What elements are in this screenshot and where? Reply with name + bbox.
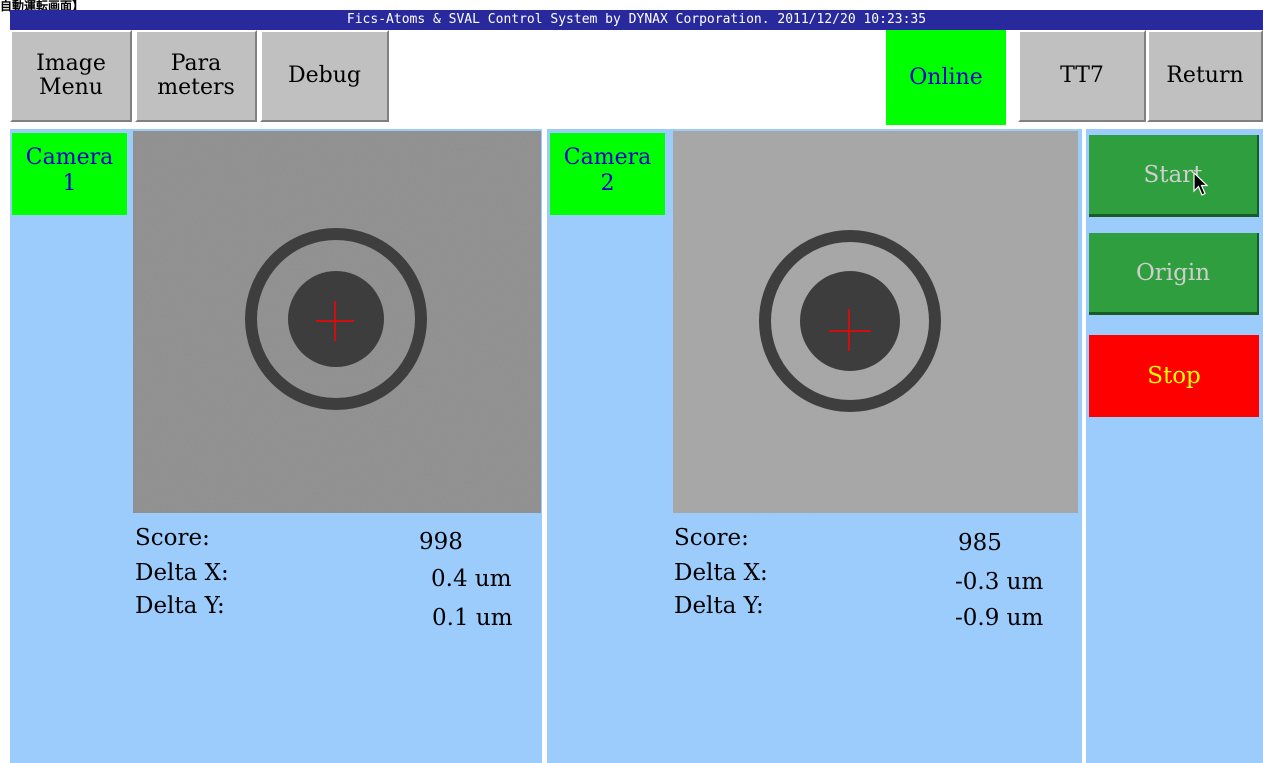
- camera2-panel: Camera 2 Score: 985 Delta X: -0.3 um Del…: [547, 129, 1082, 763]
- stop-button[interactable]: Stop: [1089, 335, 1259, 417]
- camera1-dy-label: Delta Y:: [135, 593, 225, 619]
- stop-label: Stop: [1147, 363, 1201, 389]
- online-button[interactable]: Online: [886, 30, 1006, 125]
- camera2-score-label: Score:: [674, 525, 749, 551]
- image-menu-label: Image Menu: [36, 51, 106, 100]
- camera2-label[interactable]: Camera 2: [550, 133, 665, 215]
- parameters-label: Para meters: [157, 51, 235, 100]
- camera2-dx-value: -0.3 um: [955, 569, 1044, 595]
- camera2-dy-value: -0.9 um: [955, 605, 1044, 631]
- start-button[interactable]: Start: [1089, 135, 1259, 217]
- camera2-dx-label: Delta X:: [674, 560, 768, 586]
- control-panel: Start Origin Stop: [1086, 129, 1263, 763]
- origin-button[interactable]: Origin: [1089, 233, 1259, 315]
- camera1-dx-value: 0.4 um: [431, 566, 512, 592]
- return-label: Return: [1166, 63, 1244, 88]
- image-menu-button[interactable]: Image Menu: [10, 30, 132, 122]
- camera2-dy-label: Delta Y:: [674, 593, 764, 619]
- online-label: Online: [909, 64, 983, 90]
- return-button[interactable]: Return: [1147, 30, 1263, 122]
- camera2-image: [673, 131, 1078, 513]
- mouse-cursor-icon: [1193, 172, 1209, 196]
- camera1-label[interactable]: Camera 1: [12, 133, 127, 215]
- tt7-button[interactable]: TT7: [1018, 30, 1146, 122]
- toolbar: Image Menu Para meters Debug Online TT7 …: [10, 30, 1263, 125]
- window-titlebar: Fics-Atoms & SVAL Control System by DYNA…: [10, 10, 1263, 30]
- camera1-panel: Camera 1 Score: 998 Delta X: 0.4 um Delt…: [10, 129, 542, 763]
- debug-label: Debug: [288, 63, 361, 88]
- origin-label: Origin: [1135, 259, 1211, 286]
- camera2-score-value: 985: [958, 530, 1002, 556]
- camera1-score-label: Score:: [135, 525, 210, 551]
- debug-button[interactable]: Debug: [260, 30, 389, 122]
- camera1-dx-label: Delta X:: [135, 560, 229, 586]
- tt7-label: TT7: [1060, 63, 1104, 88]
- camera1-score-value: 998: [419, 529, 463, 555]
- main-area: Camera 1 Score: 998 Delta X: 0.4 um Delt…: [10, 125, 1263, 763]
- parameters-button[interactable]: Para meters: [135, 30, 257, 122]
- camera1-dy-value: 0.1 um: [432, 605, 513, 631]
- camera1-image: [133, 131, 541, 513]
